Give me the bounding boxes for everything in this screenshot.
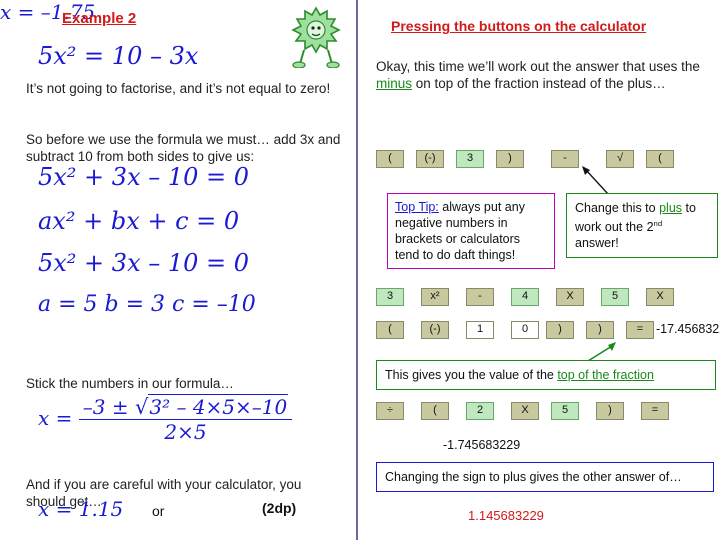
- calc-key-equals-2[interactable]: =: [641, 402, 669, 420]
- equation-general: ax² + bx + c = 0: [38, 207, 240, 235]
- formula-lhs: x =: [38, 406, 73, 430]
- equation-start: 5x² = 10 – 3x: [38, 42, 199, 70]
- change-sign-box: Change this to plus to work out the 2nd …: [566, 193, 718, 259]
- calc-key-1[interactable]: 1: [466, 321, 494, 339]
- equation-rearranged: 5x² + 3x – 10 = 0: [38, 163, 250, 191]
- equation-coefficients: a = 5 b = 3 c = –10: [38, 292, 256, 317]
- calc-key-open-paren-3[interactable]: (: [376, 321, 404, 339]
- top-tip-title: Top Tip:: [395, 200, 439, 214]
- left-text-1: It’s not going to factorise, and it’s no…: [26, 81, 331, 96]
- calc-key-5-row4[interactable]: 5: [551, 402, 579, 420]
- plus-keyword: plus: [659, 201, 683, 215]
- change-ordinal: nd: [653, 219, 663, 228]
- calc-key-4[interactable]: 4: [511, 288, 539, 306]
- changing-sign-box: Changing the sign to plus gives the othe…: [376, 462, 714, 492]
- calc-key-open-paren-2[interactable]: (: [646, 150, 674, 168]
- calc-key-square[interactable]: x²: [421, 288, 449, 306]
- formula-num-pre: –3 ±: [82, 395, 129, 419]
- minus-keyword: minus: [376, 76, 413, 91]
- row3-result: -17.45683229: [656, 322, 720, 336]
- page-title: Example 2: [62, 10, 137, 27]
- calc-key-open-paren-4[interactable]: (: [421, 402, 449, 420]
- calc-key-divide[interactable]: ÷: [376, 402, 404, 420]
- column-divider: [356, 0, 358, 540]
- formula-numerator: –3 ± √3² – 4×5×–10: [78, 394, 293, 420]
- final-result: 1.145683229: [468, 508, 544, 523]
- arrow-diagonal-icon: [582, 166, 609, 195]
- calc-key-5-row2[interactable]: 5: [601, 288, 629, 306]
- calc-key-minus-1[interactable]: -: [551, 150, 579, 168]
- radical-group: √3² – 4×5×–10: [134, 394, 289, 419]
- answer-precision: (2dp): [262, 500, 297, 516]
- calc-key-open-paren-1[interactable]: (: [376, 150, 404, 168]
- calc-key-minus-2[interactable]: -: [466, 288, 494, 306]
- calc-key-3-row1[interactable]: 3: [456, 150, 484, 168]
- change-pre: Change this to: [575, 201, 660, 215]
- answer-left: x = 1.15: [38, 497, 124, 521]
- calc-key-close-paren-2[interactable]: ): [546, 321, 574, 339]
- change-end: answer!: [575, 236, 619, 251]
- monster-icon: [291, 6, 341, 68]
- calc-key-times-1[interactable]: X: [556, 288, 584, 306]
- row4-result: -1.745683229: [443, 438, 521, 452]
- calc-key-equals-1[interactable]: =: [626, 321, 654, 339]
- calc-key-times-2[interactable]: X: [646, 288, 674, 306]
- left-text-2: So before we use the formula we must… ad…: [26, 132, 341, 164]
- answer-or: or: [152, 503, 165, 519]
- sqrt-icon: √: [134, 395, 149, 419]
- calc-key-times-3[interactable]: X: [511, 402, 539, 420]
- left-text-3: Stick the numbers in our formula…: [26, 376, 234, 391]
- calc-key-2[interactable]: 2: [466, 402, 494, 420]
- gives-pre: This gives you the value of the: [385, 368, 558, 382]
- calc-key-close-paren-4[interactable]: ): [596, 402, 624, 420]
- gives-value-box: This gives you the value of the top of t…: [376, 360, 716, 390]
- right-title: Pressing the buttons on the calculator: [391, 18, 647, 34]
- calc-key-close-paren-3[interactable]: ): [586, 321, 614, 339]
- formula-denominator: 2×5: [164, 420, 207, 444]
- calc-key-negate-2[interactable]: (-): [421, 321, 449, 339]
- right-paragraph: Okay, this time we’ll work out the answe…: [376, 58, 706, 92]
- right-para-part1: Okay, this time we’ll work out the answe…: [376, 59, 700, 74]
- calc-key-close-paren-1[interactable]: ): [496, 150, 524, 168]
- calc-key-0[interactable]: 0: [511, 321, 539, 339]
- calc-key-3-row2[interactable]: 3: [376, 288, 404, 306]
- quadratic-formula: x = –3 ± √3² – 4×5×–10 2×5: [38, 394, 293, 444]
- equation-rearranged-repeat: 5x² + 3x – 10 = 0: [38, 249, 250, 277]
- top-tip-box: Top Tip: always put any negative numbers…: [387, 193, 555, 269]
- formula-fraction: –3 ± √3² – 4×5×–10 2×5: [78, 394, 293, 444]
- top-of-fraction-keyword: top of the fraction: [557, 368, 654, 382]
- calc-key-negate-1[interactable]: (-): [416, 150, 444, 168]
- formula-radicand: 3² – 4×5×–10: [148, 394, 289, 419]
- right-para-part2: on top of the fraction instead of the pl…: [412, 76, 666, 91]
